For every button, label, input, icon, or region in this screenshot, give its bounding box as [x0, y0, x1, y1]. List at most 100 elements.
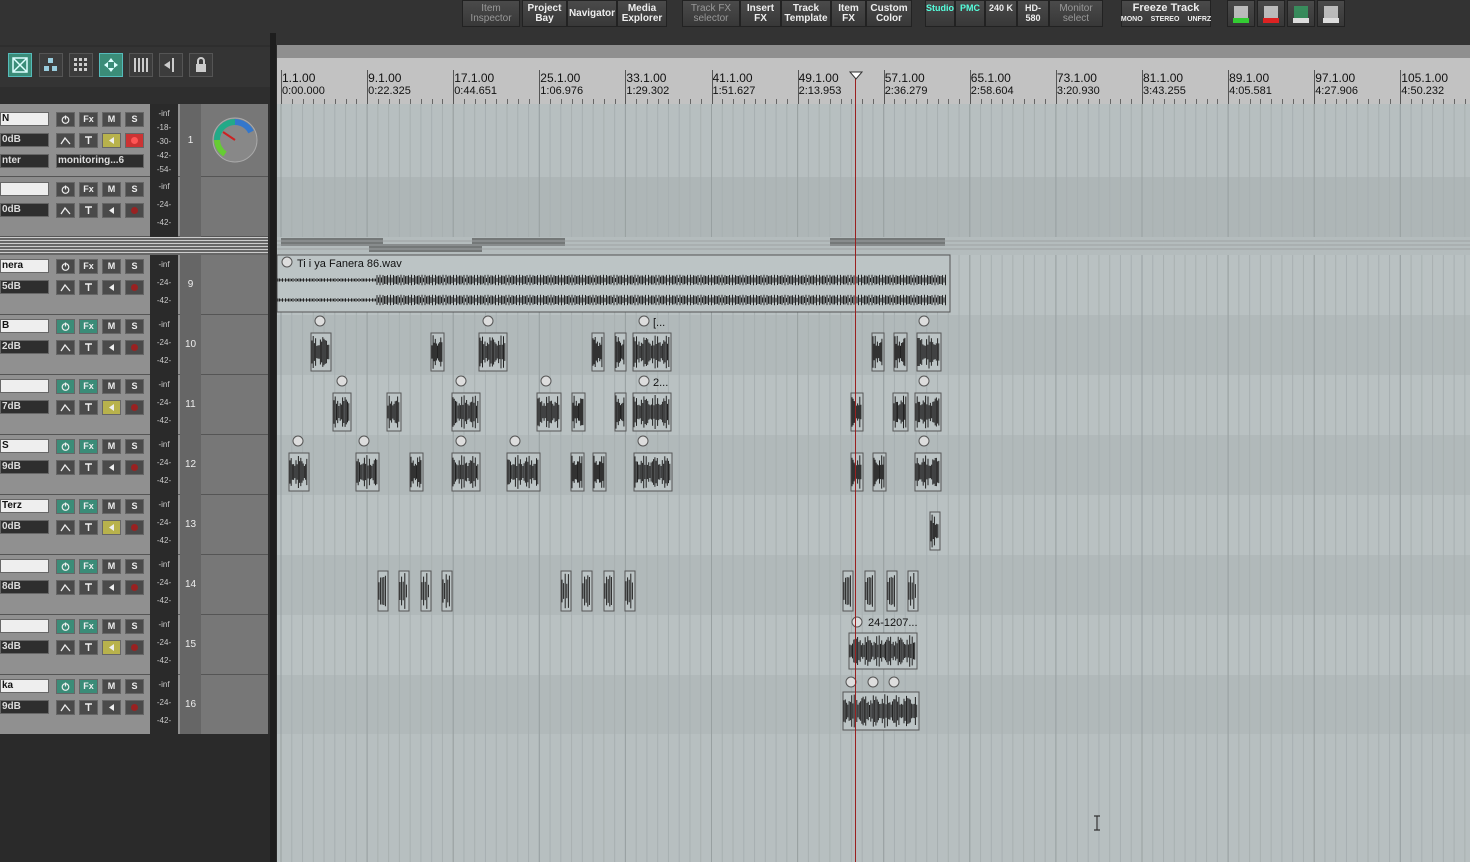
track-folder[interactable]: Fx M S 0dB -inf -24- -42- [0, 177, 268, 237]
envelope-button[interactable] [56, 400, 75, 415]
track-number[interactable]: 1 [180, 104, 201, 177]
record-input-field[interactable]: nter [0, 154, 49, 168]
monitor-button[interactable] [102, 460, 121, 475]
routing-button[interactable] [79, 640, 98, 655]
item-fade-knob-icon[interactable] [482, 315, 494, 327]
tcp-divider[interactable] [270, 33, 276, 862]
track-name-field[interactable]: B [0, 319, 49, 333]
fx-button[interactable]: Fx [79, 379, 98, 394]
toolbar-button-track-template[interactable]: Track Template [781, 0, 831, 27]
toolbar-button-pmc[interactable]: PMC [955, 0, 985, 27]
track-number[interactable]: 16 [180, 675, 201, 735]
track-number[interactable]: 13 [180, 495, 201, 555]
fx-embed-area[interactable] [201, 104, 268, 176]
track-number[interactable]: 12 [180, 435, 201, 495]
item-fade-knob-icon[interactable] [851, 616, 863, 628]
fx-button[interactable]: Fx [79, 259, 98, 274]
grid-icon[interactable] [39, 53, 63, 77]
track-meter[interactable]: -inf -24- -42- [150, 615, 178, 675]
track-14[interactable]: Fx M S 8dB -inf -24- -42- 14 [0, 555, 268, 615]
track-10[interactable]: B Fx M S 2dB -inf -24- -42- 10 [0, 315, 268, 375]
item-fade-knob-icon[interactable] [918, 435, 930, 447]
track-name-field[interactable] [0, 619, 49, 633]
record-arm-button[interactable] [125, 580, 144, 595]
fx-button[interactable]: Fx [79, 619, 98, 634]
item-fade-knob-icon[interactable] [918, 375, 930, 387]
ripple-edit-icon[interactable] [99, 53, 123, 77]
volume-readout[interactable]: 0dB [0, 203, 49, 217]
volume-readout[interactable]: 5dB [0, 280, 49, 294]
monitor-button[interactable] [102, 133, 121, 148]
item-fade-knob-icon[interactable] [540, 375, 552, 387]
solo-button[interactable]: S [125, 619, 144, 634]
track-number[interactable]: 9 [180, 255, 201, 315]
monitor-button[interactable] [102, 400, 121, 415]
track-name-field[interactable]: N [0, 112, 49, 126]
monitor-button[interactable] [102, 700, 121, 715]
track-number[interactable] [180, 177, 201, 237]
mute-button[interactable]: M [102, 679, 121, 694]
track-meter[interactable]: -inf -24- -42- [150, 177, 178, 237]
download-icon[interactable] [1287, 0, 1315, 27]
envelope-button[interactable] [56, 340, 75, 355]
track-name-field[interactable] [0, 182, 49, 196]
track-13[interactable]: Terz Fx M S 0dB -inf -24- -42- 13 [0, 495, 268, 555]
track-number[interactable]: 14 [180, 555, 201, 615]
volume-readout[interactable]: 7dB [0, 400, 49, 414]
track-name-field[interactable]: Terz [0, 499, 49, 513]
envelope-button[interactable] [56, 640, 75, 655]
toolbar-button-item-fx[interactable]: Item FX [831, 0, 866, 27]
item-fade-knob-icon[interactable] [638, 375, 650, 387]
toolbar-button-hd-580[interactable]: HD-580 [1017, 0, 1049, 27]
track-11[interactable]: Fx M S 7dB -inf -24- -42- 11 [0, 375, 268, 435]
arrange-view[interactable]: Ti i ya Fanera 86.wav [... 2... 24-1207... [277, 104, 1470, 862]
item-fade-knob-icon[interactable] [281, 256, 293, 268]
freeze-stereo-button[interactable]: STEREO [1151, 15, 1180, 25]
routing-button[interactable] [79, 520, 98, 535]
track-16[interactable]: ka Fx M S 9dB -inf -24- -42- 16 [0, 675, 268, 735]
record-arm-button[interactable] [125, 400, 144, 415]
snap-icon[interactable] [8, 53, 32, 77]
track-1[interactable]: N Fx M S 0dB nter monitoring...6 -inf -18- -30- -4… [0, 104, 268, 177]
solo-button[interactable]: S [125, 182, 144, 197]
fx-button[interactable]: Fx [79, 679, 98, 694]
volume-readout[interactable]: 3dB [0, 640, 49, 654]
track-meter[interactable]: -inf -24- -42- [150, 315, 178, 375]
track-name-field[interactable]: ka [0, 679, 49, 693]
fx-bypass-button[interactable] [56, 559, 75, 574]
mute-button[interactable]: M [102, 499, 121, 514]
routing-button[interactable] [79, 203, 98, 218]
audio-item[interactable] [332, 392, 352, 432]
toolbar-button-custom-color[interactable]: Custom Color [866, 0, 912, 27]
fx-embed-area[interactable] [201, 435, 268, 494]
envelope-button[interactable] [56, 280, 75, 295]
toolbar-button-project-bay[interactable]: Project Bay [522, 0, 567, 27]
freeze-unfrz-button[interactable]: UNFRZ [1187, 15, 1211, 25]
volume-readout[interactable]: 8dB [0, 580, 49, 594]
fx-bypass-button[interactable] [56, 679, 75, 694]
volume-readout[interactable]: 0dB [0, 133, 49, 147]
record-arm-button[interactable] [125, 340, 144, 355]
monitor-button[interactable] [102, 340, 121, 355]
track-12[interactable]: S Fx M S 9dB -inf -24- -42- 12 [0, 435, 268, 495]
routing-button[interactable] [79, 460, 98, 475]
item-fade-knob-icon[interactable] [336, 375, 348, 387]
fx-bypass-button[interactable] [56, 259, 75, 274]
track-meter[interactable]: -inf -18- -30- -42- -54- [150, 104, 178, 177]
item-fade-knob-icon[interactable] [358, 435, 370, 447]
item-fade-knob-icon[interactable] [292, 435, 304, 447]
routing-button[interactable] [79, 580, 98, 595]
track-name-field[interactable]: S [0, 439, 49, 453]
envelope-button[interactable] [56, 133, 75, 148]
record-arm-button[interactable] [125, 520, 144, 535]
fx-button[interactable]: Fx [79, 112, 98, 127]
volume-readout[interactable]: 9dB [0, 700, 49, 714]
mute-button[interactable]: M [102, 112, 121, 127]
monitoring-field[interactable]: monitoring...6 [56, 154, 144, 168]
routing-button[interactable] [79, 280, 98, 295]
envelope-button[interactable] [56, 520, 75, 535]
render-red-icon[interactable] [1257, 0, 1285, 27]
solo-button[interactable]: S [125, 319, 144, 334]
record-arm-button[interactable] [125, 700, 144, 715]
mute-button[interactable]: M [102, 182, 121, 197]
